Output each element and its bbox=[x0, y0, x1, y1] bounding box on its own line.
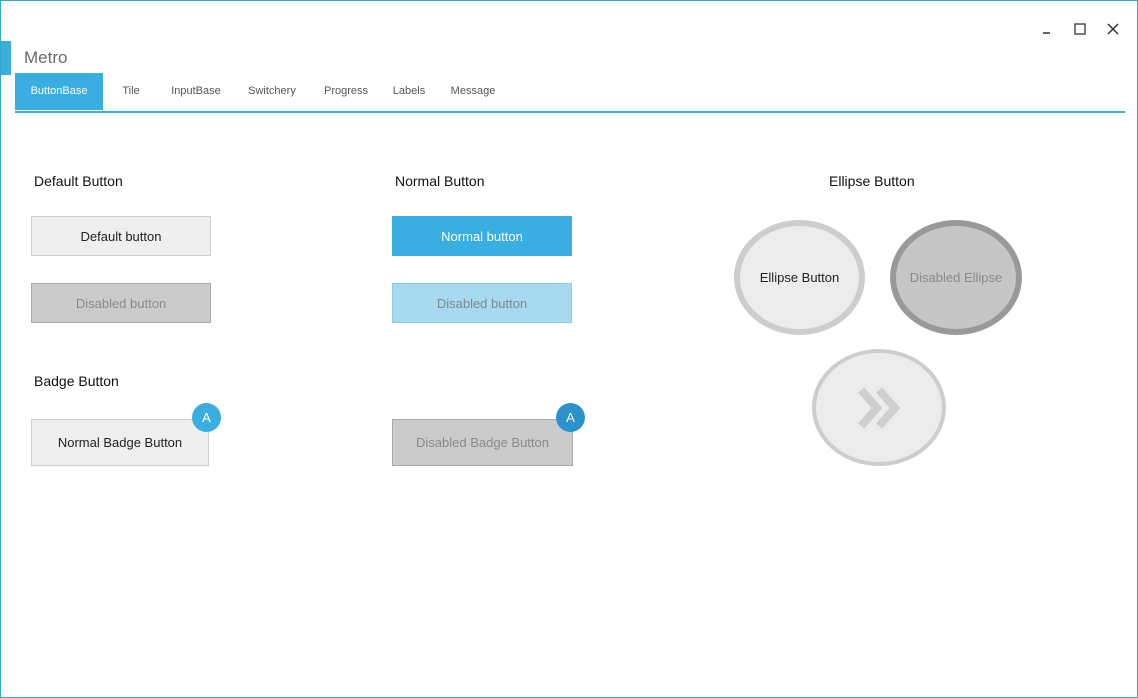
default-button[interactable]: Default button bbox=[31, 216, 211, 256]
ellipse-button-title: Ellipse Button bbox=[829, 173, 915, 189]
tab-progress[interactable]: Progress bbox=[315, 73, 377, 110]
maximize-icon bbox=[1073, 23, 1086, 35]
close-button[interactable] bbox=[1096, 13, 1129, 45]
close-icon bbox=[1106, 23, 1119, 35]
ellipse-arrow-button[interactable] bbox=[812, 349, 946, 466]
default-button-title: Default Button bbox=[34, 173, 123, 189]
maximize-button[interactable] bbox=[1063, 13, 1096, 45]
tab-message[interactable]: Message bbox=[443, 73, 503, 110]
app-title: Metro bbox=[24, 48, 68, 67]
tab-labels[interactable]: Labels bbox=[387, 73, 431, 110]
ellipse-disabled-button: Disabled Ellipse bbox=[890, 220, 1022, 335]
normal-button[interactable]: Normal button bbox=[392, 216, 572, 256]
minimize-icon bbox=[1042, 32, 1050, 34]
disabled-badge-button: Disabled Badge Button bbox=[392, 419, 573, 466]
default-disabled-button: Disabled button bbox=[31, 283, 211, 323]
double-chevron-right-icon bbox=[858, 386, 901, 429]
title-accent-bar bbox=[1, 41, 11, 75]
tab-switchery[interactable]: Switchery bbox=[241, 73, 303, 110]
window-controls bbox=[1030, 13, 1129, 45]
tab-bar: ButtonBase Tile InputBase Switchery Prog… bbox=[15, 73, 1125, 113]
minimize-button[interactable] bbox=[1030, 13, 1063, 45]
badge-normal: A bbox=[192, 403, 221, 432]
tab-tile[interactable]: Tile bbox=[111, 73, 151, 110]
normal-disabled-button: Disabled button bbox=[392, 283, 572, 323]
normal-button-title: Normal Button bbox=[395, 173, 485, 189]
tab-inputbase[interactable]: InputBase bbox=[163, 73, 229, 110]
app-window: Metro ButtonBase Tile InputBase Switcher… bbox=[0, 0, 1138, 698]
normal-badge-button[interactable]: Normal Badge Button bbox=[31, 419, 209, 466]
badge-disabled: A bbox=[556, 403, 585, 432]
ellipse-button[interactable]: Ellipse Button bbox=[734, 220, 865, 335]
badge-button-title: Badge Button bbox=[34, 373, 119, 389]
tab-buttonbase[interactable]: ButtonBase bbox=[15, 73, 103, 110]
